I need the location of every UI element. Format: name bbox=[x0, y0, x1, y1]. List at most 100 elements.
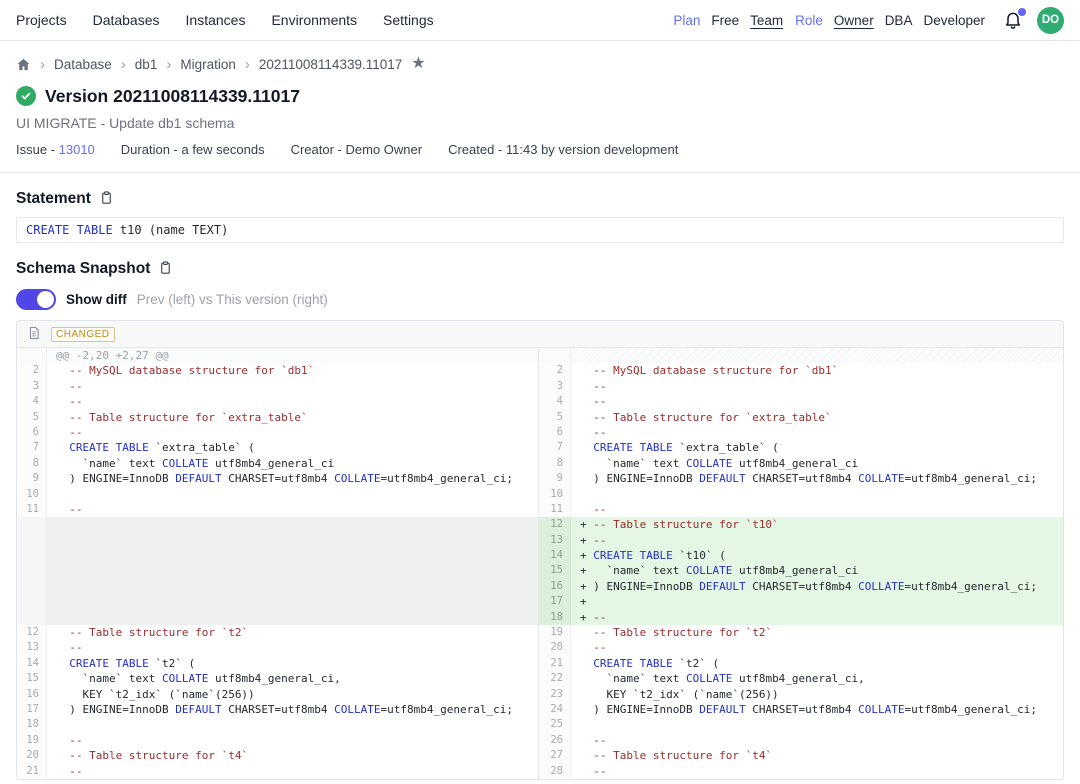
code-line-right: CREATE TABLE `extra_table` ( bbox=[571, 440, 1063, 455]
role-option-owner[interactable]: Owner bbox=[834, 13, 874, 28]
role-label: Role bbox=[795, 13, 823, 28]
line-number-left: 7 bbox=[17, 440, 47, 455]
code-line-left: -- bbox=[47, 733, 539, 748]
diff-row: 13+ -- bbox=[17, 533, 1063, 548]
diff-row: 16 KEY `t2_idx` (`name`(256))23 KEY `t2_… bbox=[17, 687, 1063, 702]
diff-row: 13 --20 -- bbox=[17, 640, 1063, 655]
line-number-left: 11 bbox=[17, 502, 47, 517]
line-number-right: 15 bbox=[539, 563, 571, 578]
line-number-right: 21 bbox=[539, 656, 571, 671]
line-number-right: 6 bbox=[539, 425, 571, 440]
code-line-right: -- bbox=[571, 640, 1063, 655]
snapshot-heading-row: Schema Snapshot bbox=[16, 259, 1064, 279]
line-number-right: 12 bbox=[539, 517, 571, 532]
line-number-right: 23 bbox=[539, 687, 571, 702]
meta-duration-value: a few seconds bbox=[181, 142, 264, 157]
chevron-right-icon: › bbox=[245, 57, 250, 72]
success-check-icon bbox=[16, 86, 36, 106]
diff-row: 10 10 bbox=[17, 487, 1063, 502]
code-line-right: ) ENGINE=InnoDB DEFAULT CHARSET=utf8mb4 … bbox=[571, 702, 1063, 717]
diff-row: 4 --4 -- bbox=[17, 394, 1063, 409]
main-nav: Projects Databases Instances Environments Se… bbox=[16, 12, 434, 28]
breadcrumb-item-migration[interactable]: Migration bbox=[180, 57, 236, 72]
line-number-left: 10 bbox=[17, 487, 47, 502]
breadcrumb-item-database[interactable]: Database bbox=[54, 57, 112, 72]
meta-duration: Duration - a few seconds bbox=[121, 142, 265, 158]
line-number-right: 3 bbox=[539, 379, 571, 394]
version-subtitle: UI MIGRATE - Update db1 schema bbox=[16, 115, 1064, 132]
diff-row: 8 `name` text COLLATE utf8mb4_general_ci… bbox=[17, 456, 1063, 471]
code-line-left bbox=[47, 533, 539, 548]
plan-option-team[interactable]: Team bbox=[750, 13, 783, 28]
nav-item-instances[interactable]: Instances bbox=[186, 12, 246, 28]
diff-row: 7 CREATE TABLE `extra_table` (7 CREATE T… bbox=[17, 440, 1063, 455]
star-icon[interactable]: ★ bbox=[411, 56, 425, 72]
nav-item-projects[interactable]: Projects bbox=[16, 12, 67, 28]
line-number-left: 21 bbox=[17, 764, 47, 779]
code-line-left bbox=[47, 579, 539, 594]
nav-item-environments[interactable]: Environments bbox=[271, 12, 357, 28]
home-icon[interactable] bbox=[16, 57, 31, 72]
line-number-right bbox=[539, 348, 571, 363]
line-number-left: 15 bbox=[17, 671, 47, 686]
line-number-left: 9 bbox=[17, 471, 47, 486]
statement-code: CREATE TABLE t10 (name TEXT) bbox=[16, 217, 1064, 243]
code-line-right: `name` text COLLATE utf8mb4_general_ci, bbox=[571, 671, 1063, 686]
show-diff-toggle[interactable] bbox=[16, 289, 56, 310]
meta-issue-value[interactable]: 13010 bbox=[59, 142, 95, 157]
line-number-right: 16 bbox=[539, 579, 571, 594]
code-line-left: CREATE TABLE `t2` ( bbox=[47, 656, 539, 671]
account-bar: Plan FreeTeam Role OwnerDBADeveloper DO bbox=[673, 7, 1064, 34]
breadcrumb-item-20211008114339-11017[interactable]: 20211008114339.11017 bbox=[259, 57, 402, 72]
meta-issue: Issue - 13010 bbox=[16, 142, 95, 158]
code-line-right: + -- Table structure for `t10` bbox=[571, 517, 1063, 532]
role-option-dba[interactable]: DBA bbox=[885, 13, 913, 28]
copy-snapshot-button[interactable] bbox=[158, 260, 173, 278]
code-line-left: -- bbox=[47, 379, 539, 394]
line-number-left: 2 bbox=[17, 363, 47, 378]
file-icon bbox=[27, 326, 41, 343]
code-line-right: -- Table structure for `extra_table` bbox=[571, 410, 1063, 425]
code-line-left bbox=[47, 517, 539, 532]
diff-row: 12+ -- Table structure for `t10` bbox=[17, 517, 1063, 532]
diff-row: 3 --3 -- bbox=[17, 379, 1063, 394]
nav-item-settings[interactable]: Settings bbox=[383, 12, 434, 28]
code-line-left: -- bbox=[47, 764, 539, 779]
code-line-left: -- bbox=[47, 502, 539, 517]
diff-row: 15+ `name` text COLLATE utf8mb4_general_… bbox=[17, 563, 1063, 578]
code-line-left bbox=[47, 548, 539, 563]
code-line-left: ) ENGINE=InnoDB DEFAULT CHARSET=utf8mb4 … bbox=[47, 471, 539, 486]
line-number-right: 26 bbox=[539, 733, 571, 748]
line-number-left: 8 bbox=[17, 456, 47, 471]
breadcrumb: ›Database›db1›Migration›20211008114339.1… bbox=[16, 53, 1064, 75]
show-diff-label: Show diff bbox=[66, 292, 127, 307]
code-line-left: `name` text COLLATE utf8mb4_general_ci, bbox=[47, 671, 539, 686]
line-number-right: 28 bbox=[539, 764, 571, 779]
code-line-left: -- Table structure for `extra_table` bbox=[47, 410, 539, 425]
breadcrumb-item-db1[interactable]: db1 bbox=[135, 57, 158, 72]
code-line-left: -- MySQL database structure for `db1` bbox=[47, 363, 539, 378]
clipboard-icon bbox=[158, 260, 173, 278]
diff-row: 21 --28 -- bbox=[17, 764, 1063, 779]
page-title: Version 20211008114339.11017 bbox=[45, 86, 300, 107]
plan-option-free[interactable]: Free bbox=[711, 13, 739, 28]
line-number-left bbox=[17, 610, 47, 625]
notification-bell-button[interactable] bbox=[1001, 8, 1025, 32]
diff-row: 12 -- Table structure for `t2`19 -- Tabl… bbox=[17, 625, 1063, 640]
code-line-left bbox=[47, 610, 539, 625]
diff-row: 18 25 bbox=[17, 717, 1063, 732]
plan-group: Plan FreeTeam bbox=[673, 13, 783, 28]
line-number-left bbox=[17, 563, 47, 578]
line-number-left: 14 bbox=[17, 656, 47, 671]
code-line-right: -- Table structure for `t2` bbox=[571, 625, 1063, 640]
code-line-left bbox=[47, 563, 539, 578]
code-line-right bbox=[571, 487, 1063, 502]
nav-item-databases[interactable]: Databases bbox=[93, 12, 160, 28]
role-options: Owner DBA Developer bbox=[834, 13, 985, 28]
copy-statement-button[interactable] bbox=[99, 190, 114, 208]
role-option-developer[interactable]: Developer bbox=[923, 13, 985, 28]
code-line-right: `name` text COLLATE utf8mb4_general_ci bbox=[571, 456, 1063, 471]
avatar[interactable]: DO bbox=[1037, 7, 1064, 34]
line-number-right: 19 bbox=[539, 625, 571, 640]
top-nav: Projects Databases Instances Environments Se… bbox=[0, 0, 1080, 41]
